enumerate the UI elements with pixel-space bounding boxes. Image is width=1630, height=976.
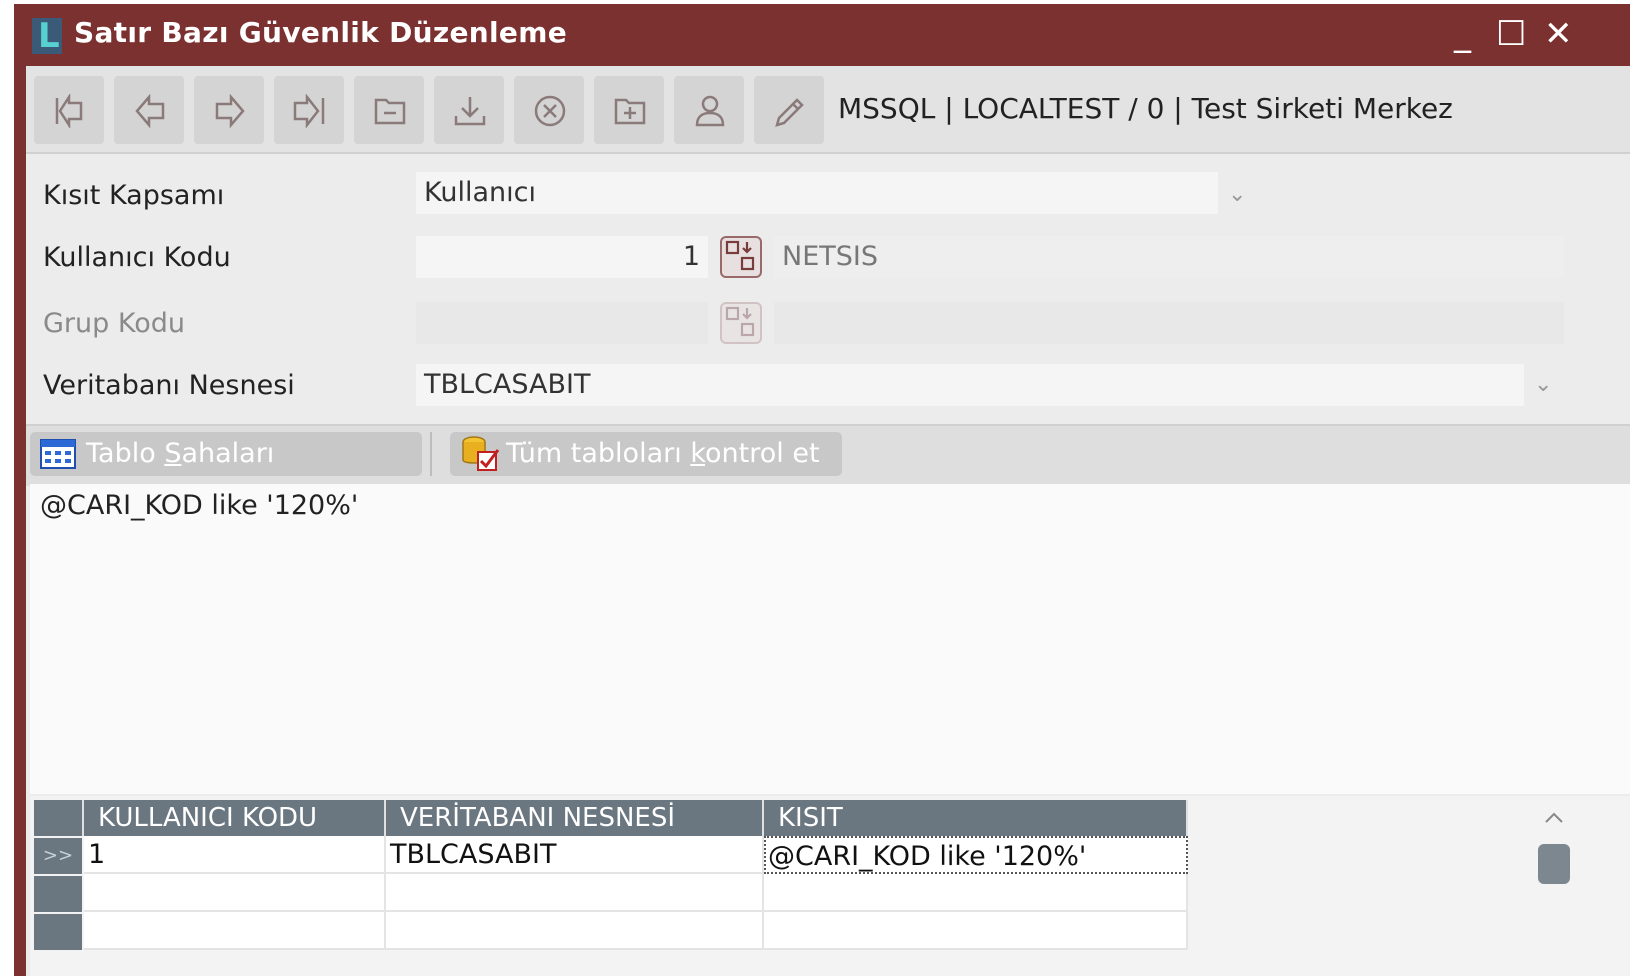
new-record-button[interactable] bbox=[594, 76, 664, 144]
kullanici-kodu-label: Kullanıcı Kodu bbox=[43, 242, 231, 273]
folder-minus-icon bbox=[374, 98, 406, 125]
expression-text: @CARI_KOD like '120%' bbox=[40, 490, 359, 521]
kisit-kapsami-label: Kısıt Kapsamı bbox=[43, 180, 225, 211]
lookup-icon bbox=[725, 240, 755, 271]
action-bar: Tablo Sahaları Tüm tabloları kontrol et bbox=[26, 424, 1630, 486]
table-icon bbox=[40, 439, 76, 469]
expression-editor[interactable]: @CARI_KOD like '120%' bbox=[30, 484, 1630, 794]
user-button[interactable] bbox=[674, 76, 744, 144]
grup-kodu-lookup-button bbox=[720, 302, 762, 344]
grup-adi-field bbox=[774, 302, 1564, 344]
window-title: Satır Bazı Güvenlik Düzenleme bbox=[74, 16, 567, 49]
row-indicator bbox=[34, 876, 82, 912]
vertical-scrollbar[interactable] bbox=[1530, 796, 1574, 976]
last-record-button[interactable] bbox=[274, 76, 344, 144]
user-icon bbox=[695, 95, 725, 127]
table-cell[interactable]: 1 bbox=[84, 836, 386, 874]
save-record-button[interactable] bbox=[434, 76, 504, 144]
kullanici-adi-field: NETSIS bbox=[774, 236, 1564, 278]
grup-kodu-label: Grup Kodu bbox=[43, 308, 185, 339]
table-cell[interactable] bbox=[386, 874, 764, 912]
tablo-sahalari-button[interactable]: Tablo Sahaları bbox=[30, 432, 422, 476]
table-cell[interactable] bbox=[386, 912, 764, 950]
first-record-button[interactable] bbox=[34, 76, 104, 144]
table-cell[interactable] bbox=[764, 874, 1188, 912]
grid-corner bbox=[34, 800, 84, 836]
chevron-down-icon[interactable]: ⌄ bbox=[1228, 182, 1246, 207]
pencil-icon bbox=[775, 98, 804, 127]
cancel-button[interactable] bbox=[514, 76, 584, 144]
column-header-veritabani-nesnesi[interactable]: VERİTABANI NESNESİ bbox=[386, 800, 764, 836]
first-icon bbox=[55, 94, 83, 128]
scrollbar-thumb[interactable] bbox=[1538, 844, 1570, 884]
kisit-kapsami-select[interactable]: Kullanıcı bbox=[416, 172, 1218, 214]
chevron-up-icon bbox=[1545, 812, 1563, 823]
grup-kodu-input bbox=[416, 302, 708, 344]
delete-record-button[interactable] bbox=[354, 76, 424, 144]
table-cell[interactable] bbox=[84, 874, 386, 912]
table-cell[interactable] bbox=[84, 912, 386, 950]
table-cell[interactable]: TBLCASABIT bbox=[386, 836, 764, 874]
title-bar: L Satır Bazı Güvenlik Düzenleme _ ☐ ✕ bbox=[14, 4, 1630, 66]
veritabani-nesnesi-select[interactable]: TBLCASABIT bbox=[416, 364, 1524, 406]
database-check-icon bbox=[462, 436, 500, 471]
app-logo-icon: L bbox=[32, 16, 62, 56]
window: L Satır Bazı Güvenlik Düzenleme _ ☐ ✕ MS… bbox=[14, 4, 1630, 976]
table-cell[interactable]: @CARI_KOD like '120%' bbox=[764, 836, 1188, 874]
chevron-down-icon[interactable]: ⌄ bbox=[1534, 372, 1552, 397]
row-indicator: >> bbox=[34, 838, 82, 874]
lookup-icon bbox=[725, 306, 755, 337]
veritabani-nesnesi-label: Veritabanı Nesnesi bbox=[43, 370, 295, 401]
kullanici-kodu-input[interactable]: 1 bbox=[416, 236, 708, 278]
previous-record-button[interactable] bbox=[114, 76, 184, 144]
close-button[interactable]: ✕ bbox=[1544, 14, 1573, 54]
kullanici-kodu-lookup-button[interactable] bbox=[720, 236, 762, 278]
tum-tablolari-kontrol-button[interactable]: Tüm tabloları kontrol et bbox=[450, 432, 842, 476]
content-area: MSSQL | LOCALTEST / 0 | Test Sirketi Mer… bbox=[26, 66, 1630, 976]
last-icon bbox=[293, 94, 325, 128]
connection-info: MSSQL | LOCALTEST / 0 | Test Sirketi Mer… bbox=[838, 92, 1453, 125]
column-header-kullanici-kodu[interactable]: KULLANICI KODU bbox=[84, 800, 386, 836]
tum-tablolari-kontrol-label: Tüm tabloları kontrol et bbox=[506, 438, 820, 469]
maximize-button[interactable]: ☐ bbox=[1496, 14, 1526, 54]
minimize-button[interactable]: _ bbox=[1454, 14, 1471, 54]
edit-button[interactable] bbox=[754, 76, 824, 144]
prev-icon bbox=[135, 94, 165, 128]
separator bbox=[430, 432, 432, 476]
next-icon bbox=[215, 94, 245, 128]
next-record-button[interactable] bbox=[194, 76, 264, 144]
column-header-kisit[interactable]: KISIT bbox=[764, 800, 1188, 836]
x-circle-icon bbox=[534, 95, 566, 127]
records-grid: KULLANICI KODU VERİTABANI NESNESİ KISIT … bbox=[30, 796, 1630, 976]
table-cell[interactable] bbox=[764, 912, 1188, 950]
row-indicator bbox=[34, 914, 82, 950]
toolbar: MSSQL | LOCALTEST / 0 | Test Sirketi Mer… bbox=[26, 66, 1630, 154]
download-icon bbox=[454, 97, 486, 126]
folder-plus-icon bbox=[614, 98, 646, 125]
tablo-sahalari-label: Tablo Sahaları bbox=[86, 438, 275, 469]
